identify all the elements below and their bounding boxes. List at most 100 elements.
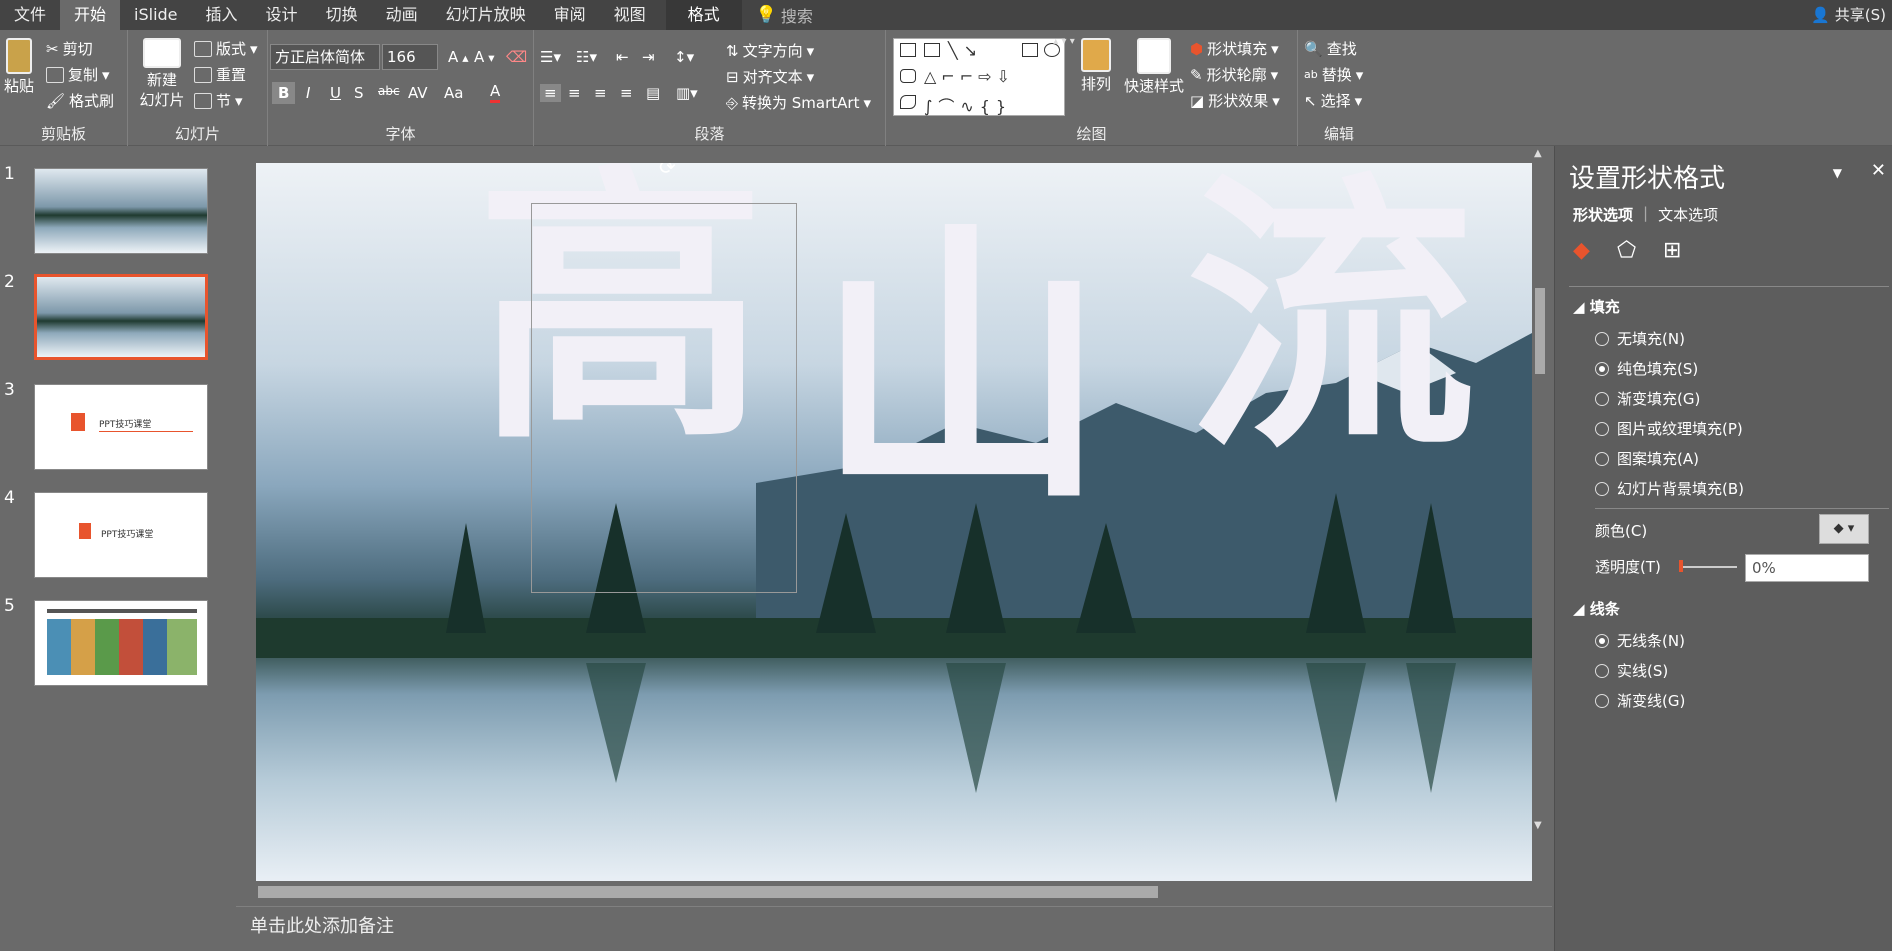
section-button[interactable]: 节 ▾ — [194, 90, 243, 111]
align-left-icon[interactable]: ≡ — [540, 84, 561, 102]
tab-design[interactable]: 设计 — [252, 0, 312, 30]
cut-button[interactable]: ✂ 剪切 — [46, 38, 93, 59]
shapes-gallery[interactable]: ╲↘ △⌐⌐⇨⇩ ∫⌒∿{} — [893, 38, 1065, 116]
tab-text-options[interactable]: 文本选项 — [1658, 204, 1718, 225]
clear-format-icon[interactable]: ⌫ — [506, 48, 527, 66]
tab-review[interactable]: 审阅 — [540, 0, 600, 30]
rotate-handle-icon[interactable]: ⟳ — [659, 163, 676, 179]
hscroll-thumb[interactable] — [258, 886, 1158, 898]
vertical-scrollbar[interactable]: ▲ ▼ — [1532, 148, 1548, 836]
bold-button[interactable]: B — [272, 82, 296, 104]
tell-me[interactable]: 💡 搜索 — [742, 3, 813, 27]
notes-pane[interactable]: 单击此处添加备注 — [236, 906, 1552, 951]
underline-button[interactable]: U — [330, 84, 341, 102]
curve-shapes[interactable]: ∫⌒∿{} — [924, 93, 1012, 117]
radio-no-line[interactable]: 无线条(N) — [1595, 630, 1685, 651]
shrink-font-button[interactable]: A ▾ — [474, 48, 495, 66]
slider-handle[interactable] — [1679, 560, 1683, 572]
tab-home[interactable]: 开始 — [60, 0, 121, 30]
rect-shape[interactable] — [1022, 43, 1038, 57]
arrange-button[interactable]: 排列 — [1076, 38, 1116, 94]
radio-solid-line[interactable]: 实线(S) — [1595, 660, 1668, 681]
distribute-icon[interactable]: ▤ — [646, 84, 660, 102]
increase-indent-icon[interactable]: ⇥ — [642, 48, 655, 66]
tab-animations[interactable]: 动画 — [372, 0, 432, 30]
pane-options-icon[interactable]: ▼ — [1833, 166, 1842, 180]
basic-shapes[interactable]: △⌐⌐⇨⇩ — [924, 67, 1015, 86]
textbox-shape[interactable] — [900, 43, 916, 57]
font-size-combo[interactable]: 166 — [382, 44, 438, 70]
radio-gradient-line[interactable]: 渐变线(G) — [1595, 690, 1685, 711]
radio-pattern-fill[interactable]: 图案填充(A) — [1595, 448, 1699, 469]
shape-fill-button[interactable]: ⬢ 形状填充 ▾ — [1190, 38, 1279, 59]
grow-font-button[interactable]: A ▴ — [448, 48, 469, 66]
tab-view[interactable]: 视图 — [600, 0, 660, 30]
thumbnail-slide-3[interactable]: PPT技巧课堂 — [34, 384, 208, 470]
tab-format[interactable]: 格式 — [665, 0, 742, 30]
callout-shape[interactable] — [900, 95, 916, 109]
title-char-2[interactable]: 山 — [816, 223, 1106, 513]
scroll-up-icon[interactable]: ▲ — [1534, 148, 1542, 159]
shadow-button[interactable]: S — [354, 84, 364, 102]
scroll-down-icon[interactable]: ▼ — [1534, 820, 1542, 831]
tab-file[interactable]: 文件 — [0, 0, 60, 30]
slide-canvas[interactable]: 高 山 流 ⟳ — [256, 163, 1532, 881]
effects-pentagon-icon[interactable]: ⬠ — [1617, 238, 1636, 263]
transparency-slider[interactable] — [1679, 566, 1737, 568]
horizontal-scrollbar[interactable] — [240, 883, 1530, 901]
copy-button[interactable]: 复制 ▾ — [46, 64, 110, 85]
fill-section[interactable]: ◢ 填充 — [1573, 296, 1620, 317]
quick-styles-button[interactable]: 快速样式 — [1120, 38, 1188, 96]
smartart-button[interactable]: ⎆ 转换为 SmartArt ▾ — [726, 92, 871, 113]
color-picker-button[interactable]: ◆ ▾ — [1819, 514, 1869, 544]
radio-picture-fill[interactable]: 图片或纹理填充(P) — [1595, 418, 1743, 439]
columns-icon[interactable]: ▥▾ — [676, 84, 698, 102]
text-direction-button[interactable]: ⇅ 文字方向 ▾ — [726, 40, 814, 61]
bullets-icon[interactable]: ☰▾ — [540, 48, 561, 66]
share-button[interactable]: 👤 共享(S) — [1811, 0, 1886, 30]
tab-insert[interactable]: 插入 — [192, 0, 252, 30]
italic-button[interactable]: I — [306, 84, 310, 102]
size-layout-icon[interactable]: ⊞ — [1663, 238, 1681, 263]
justify-icon[interactable]: ≡ — [620, 84, 633, 102]
thumbnail-slide-2[interactable] — [34, 274, 208, 360]
numbering-icon[interactable]: ☷▾ — [576, 48, 597, 66]
replace-button[interactable]: ab 替换 ▾ — [1304, 64, 1363, 85]
tab-shape-options[interactable]: 形状选项 — [1573, 204, 1633, 225]
font-name-combo[interactable]: 方正启体简体 — [270, 44, 380, 70]
align-center-icon[interactable]: ≡ — [568, 84, 581, 102]
tab-slideshow[interactable]: 幻灯片放映 — [432, 0, 540, 30]
scroll-thumb[interactable] — [1535, 288, 1545, 374]
reset-button[interactable]: 重置 — [194, 64, 246, 85]
format-painter-button[interactable]: 🖌 格式刷 — [46, 90, 114, 111]
change-case-button[interactable]: Aa — [444, 84, 463, 102]
line-shapes[interactable]: ╲↘ — [948, 41, 983, 60]
align-text-button[interactable]: ⊟ 对齐文本 ▾ — [726, 66, 814, 87]
shape-outline-button[interactable]: ✎ 形状轮廓 ▾ — [1190, 64, 1278, 85]
decrease-indent-icon[interactable]: ⇤ — [616, 48, 629, 66]
close-icon[interactable]: ✕ — [1871, 160, 1886, 181]
vtextbox-shape[interactable] — [924, 43, 940, 57]
char-spacing-button[interactable]: AV — [408, 84, 428, 102]
radio-solid-fill[interactable]: 纯色填充(S) — [1595, 358, 1698, 379]
selection-box[interactable] — [531, 203, 797, 593]
tab-islide[interactable]: iSlide — [120, 0, 192, 30]
align-right-icon[interactable]: ≡ — [594, 84, 607, 102]
paste-button[interactable]: 粘贴 — [4, 38, 34, 96]
tab-transitions[interactable]: 切换 — [312, 0, 372, 30]
radio-background-fill[interactable]: 幻灯片背景填充(B) — [1595, 478, 1744, 499]
layout-button[interactable]: 版式 ▾ — [194, 38, 258, 59]
thumbnail-slide-1[interactable] — [34, 168, 208, 254]
gallery-scroll[interactable]: ▴ ▾ ▾ — [1053, 36, 1074, 47]
transparency-input[interactable]: 0% — [1745, 554, 1869, 582]
fill-line-icon[interactable]: ◆ — [1573, 238, 1590, 263]
font-color-button[interactable]: A — [490, 82, 501, 103]
title-char-3[interactable]: 流 — [1186, 173, 1476, 463]
thumbnail-slide-5[interactable] — [34, 600, 208, 686]
radio-no-fill[interactable]: 无填充(N) — [1595, 328, 1685, 349]
strike-button[interactable]: abc — [378, 84, 400, 98]
thumbnail-slide-4[interactable]: PPT技巧课堂 — [34, 492, 208, 578]
select-button[interactable]: ↖ 选择 ▾ — [1304, 90, 1362, 111]
shape-effects-button[interactable]: ◪ 形状效果 ▾ — [1190, 90, 1280, 111]
roundrect-shape[interactable] — [900, 69, 916, 83]
